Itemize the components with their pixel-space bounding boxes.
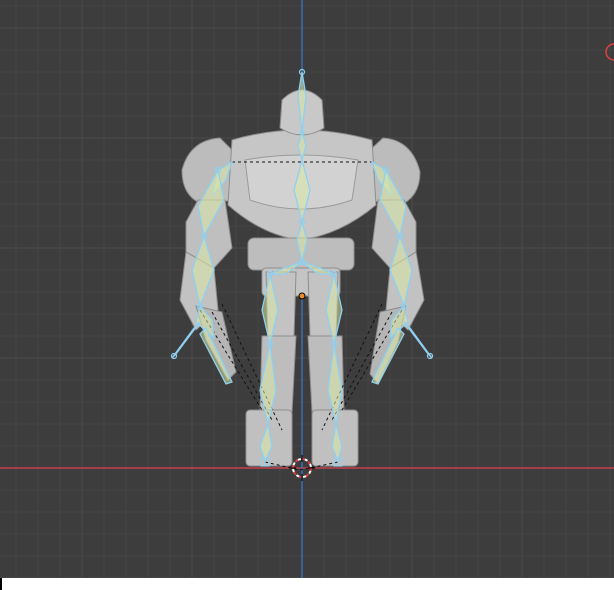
bone-finger-left-outer[interactable]: [171, 321, 201, 359]
object-origin-marker: [298, 292, 306, 300]
footer-strip: [0, 578, 614, 590]
3d-viewport[interactable]: [0, 0, 614, 578]
light-object-icon[interactable]: [605, 43, 614, 61]
footer-edge: [0, 578, 2, 590]
bone-finger-right-outer[interactable]: [403, 321, 433, 359]
scene-canvas[interactable]: [0, 0, 614, 578]
3d-cursor-icon[interactable]: [289, 455, 315, 481]
